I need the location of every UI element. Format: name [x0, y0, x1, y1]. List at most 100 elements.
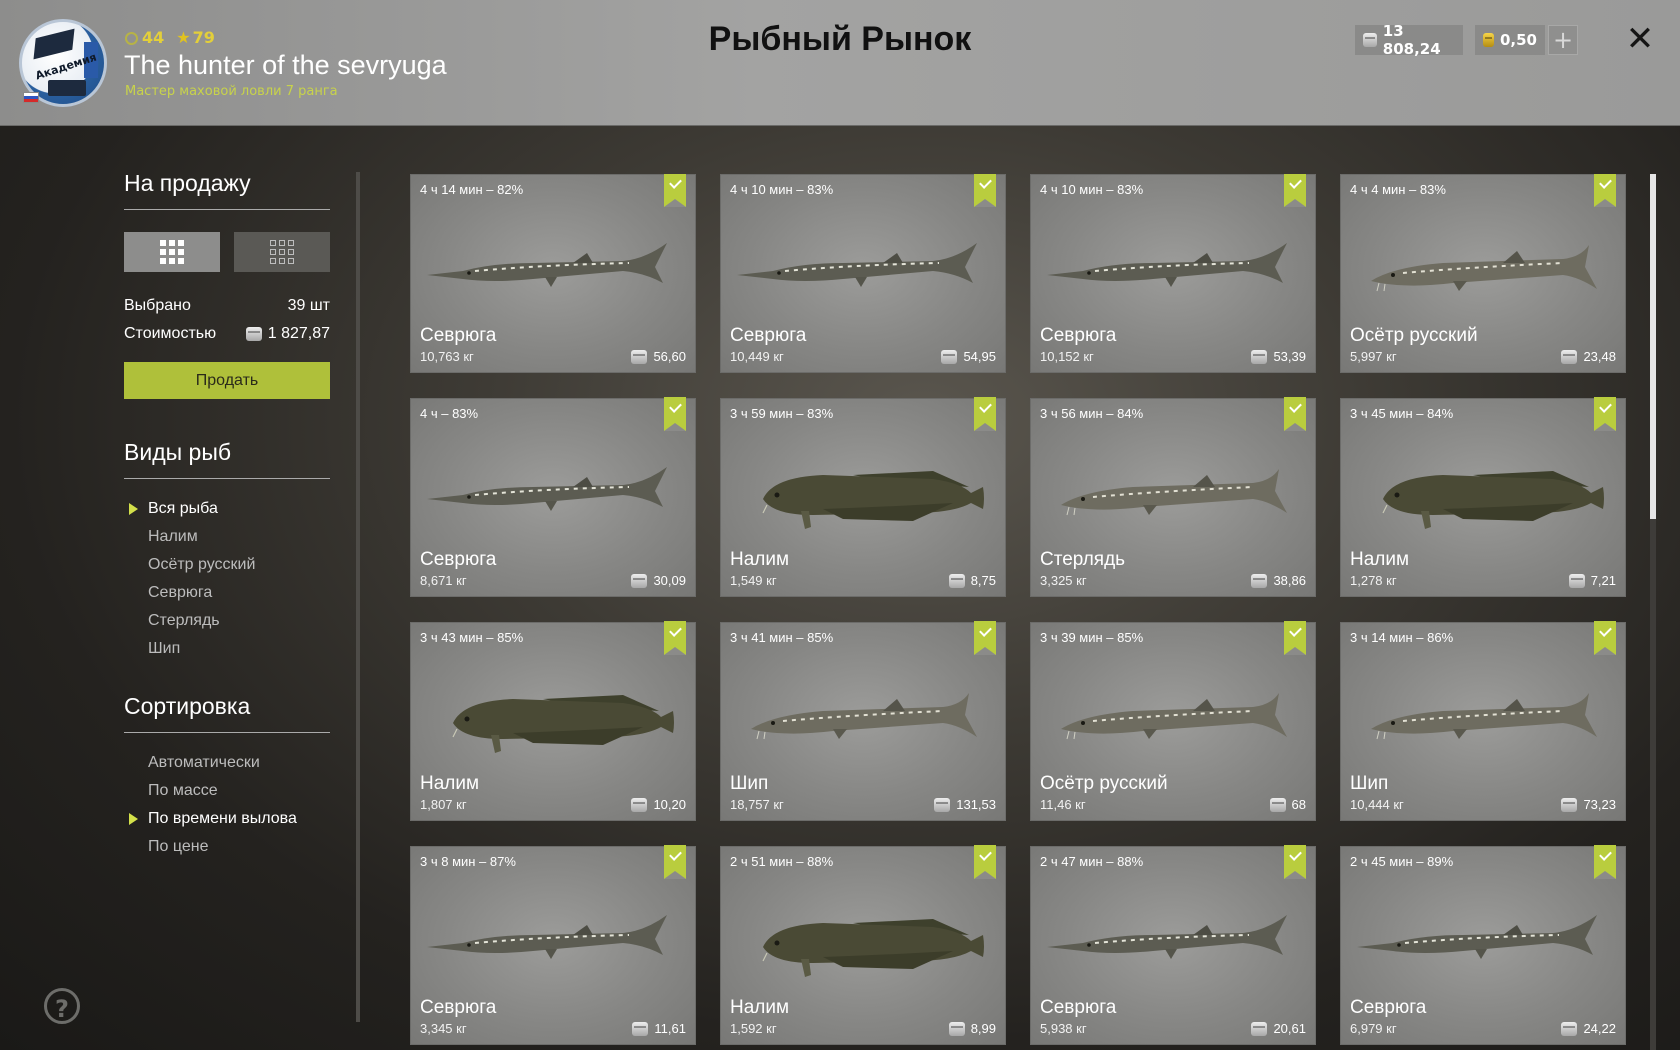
close-button[interactable]: ✕	[1622, 20, 1658, 58]
sevryuga-fish-icon	[1043, 895, 1305, 985]
fish-name: Севрюга	[1040, 997, 1117, 1018]
fish-weight: 5,938 кг	[1040, 1021, 1087, 1036]
sevryuga-fish-icon	[1353, 895, 1615, 985]
fish-card[interactable]: 2 ч 51 мин – 88% Налим 1,592 кг 8,99	[720, 845, 1006, 1045]
fish-type-item-4[interactable]: Стерлядь	[124, 607, 330, 635]
selected-checkmark-icon[interactable]	[1284, 174, 1306, 207]
fish-price: 131,53	[934, 797, 996, 812]
scrollbar[interactable]	[1650, 174, 1656, 1050]
sturgeon-fish-icon	[1353, 671, 1615, 761]
selected-checkmark-icon[interactable]	[664, 397, 686, 431]
selected-checkmark-icon[interactable]	[974, 845, 996, 879]
burbot-fish-icon	[733, 895, 995, 985]
fish-card[interactable]: 4 ч – 83% Севрюга 8,671 кг 30,09	[410, 397, 696, 597]
silver-coins-icon	[934, 797, 951, 812]
fish-card[interactable]: 4 ч 10 мин – 83% Севрюга 10,449 кг 54,95	[720, 174, 1006, 373]
fish-name: Налим	[1350, 549, 1410, 570]
sort-option-item-0[interactable]: Автоматически	[124, 749, 330, 777]
fish-price: 56,60	[631, 349, 686, 364]
sevryuga-fish-icon	[1043, 223, 1305, 313]
fish-card[interactable]: 3 ч 41 мин – 85% Шип 18,757 кг 131,53	[720, 621, 1006, 821]
selected-checkmark-icon[interactable]	[1594, 174, 1616, 207]
fish-weight: 8,671 кг	[420, 573, 467, 588]
silver-coins-icon	[1251, 349, 1268, 364]
fish-price-value: 20,61	[1273, 1021, 1306, 1036]
fish-weight: 10,152 кг	[1040, 349, 1094, 364]
catch-time: 3 ч 41 мин – 85%	[730, 630, 834, 645]
fish-type-item-5[interactable]: Шип	[124, 635, 330, 663]
sort-option-item-3[interactable]: По цене	[124, 833, 330, 861]
fish-name: Севрюга	[1040, 325, 1117, 346]
silver-coins-icon	[1561, 349, 1578, 364]
fish-price: 24,22	[1561, 1021, 1616, 1036]
for-sale-title: На продажу	[124, 170, 330, 210]
selected-checkmark-icon[interactable]	[1284, 621, 1306, 655]
fish-card[interactable]: 3 ч 45 мин – 84% Налим 1,278 кг 7,21	[1340, 397, 1626, 597]
fish-card[interactable]: 2 ч 47 мин – 88% Севрюга 5,938 кг 20,61	[1030, 845, 1316, 1045]
fish-weight: 1,278 кг	[1350, 573, 1397, 588]
fish-card[interactable]: 3 ч 14 мин – 86% Шип 10,444 кг 73,23	[1340, 621, 1626, 821]
fish-card[interactable]: 4 ч 14 мин – 82% Севрюга 10,763 кг 56,60	[410, 174, 696, 373]
fish-price-value: 54,95	[963, 349, 996, 364]
large-grid-view-button[interactable]	[124, 232, 220, 272]
fish-card[interactable]: 3 ч 56 мин – 84% Стерлядь 3,325 кг 38,86	[1030, 397, 1316, 597]
sort-option-item-2[interactable]: По времени вылова	[124, 805, 330, 833]
fish-card[interactable]: 3 ч 8 мин – 87% Севрюга 3,345 кг 11,61	[410, 845, 696, 1045]
fish-type-item-1[interactable]: Налим	[124, 523, 330, 551]
selected-checkmark-icon[interactable]	[1284, 397, 1306, 431]
selected-checkmark-icon[interactable]	[1594, 397, 1616, 431]
fish-name: Севрюга	[420, 325, 497, 346]
cost-label: Стоимостью	[124, 325, 217, 342]
fish-card[interactable]: 3 ч 39 мин – 85% Осётр русский 11,46 кг 68	[1030, 621, 1316, 821]
fish-weight: 11,46 кг	[1040, 797, 1086, 812]
fish-name: Осётр русский	[1350, 325, 1478, 346]
fish-name: Севрюга	[1350, 997, 1427, 1018]
silver-coins-icon	[1561, 797, 1578, 812]
fish-price: 7,21	[1568, 573, 1616, 588]
sidebar-divider	[356, 172, 360, 1022]
fish-price-value: 68	[1291, 797, 1306, 812]
fish-card[interactable]: 4 ч 4 мин – 83% Осётр русский 5,997 кг 23,4…	[1340, 174, 1626, 373]
selected-checkmark-icon[interactable]	[974, 174, 996, 207]
sort-option-item-1[interactable]: По массе	[124, 777, 330, 805]
selected-checkmark-icon[interactable]	[974, 621, 996, 655]
small-grid-view-button[interactable]	[234, 232, 330, 272]
gold-coins-icon	[1483, 33, 1494, 47]
add-currency-button[interactable]: +	[1548, 25, 1578, 55]
fish-name: Шип	[730, 773, 769, 794]
fish-weight: 5,997 кг	[1350, 349, 1397, 364]
fish-price-value: 7,21	[1590, 573, 1616, 588]
fish-card[interactable]: 2 ч 45 мин – 89% Севрюга 6,979 кг 24,22	[1340, 845, 1626, 1045]
fish-price-value: 8,75	[970, 573, 996, 588]
selected-checkmark-icon[interactable]	[1594, 621, 1616, 655]
fish-type-item-3[interactable]: Севрюга	[124, 579, 330, 607]
scrollbar-thumb[interactable]	[1650, 174, 1656, 519]
selected-checkmark-icon[interactable]	[1284, 845, 1306, 879]
fish-name: Налим	[420, 773, 480, 794]
fish-card[interactable]: 3 ч 59 мин – 83% Налим 1,549 кг 8,75	[720, 397, 1006, 597]
fish-price-value: 23,48	[1583, 349, 1616, 364]
gold-balance: 0,50	[1475, 25, 1545, 55]
fish-weight: 1,592 кг	[730, 1021, 777, 1036]
header-bar: Академия 44 ★ 79 The hunter of the sevryu…	[0, 0, 1680, 126]
fish-card[interactable]: 3 ч 43 мин – 85% Налим 1,807 кг 10,20	[410, 621, 696, 821]
sevryuga-fish-icon	[423, 223, 685, 313]
sell-button[interactable]: Продать	[124, 362, 330, 399]
selected-checkmark-icon[interactable]	[974, 397, 996, 431]
selected-checkmark-icon[interactable]	[664, 845, 686, 879]
selected-checkmark-icon[interactable]	[1594, 845, 1616, 879]
selected-checkmark-icon[interactable]	[664, 174, 686, 207]
sidebar: На продажу Выбрано 39 шт Стоимостью 1 82…	[124, 170, 330, 861]
catch-time: 3 ч 56 мин – 84%	[1040, 406, 1144, 421]
selected-checkmark-icon[interactable]	[664, 621, 686, 655]
fish-card[interactable]: 4 ч 10 мин – 83% Севрюга 10,152 кг 53,39	[1030, 174, 1316, 373]
gold-balance-value: 0,50	[1499, 31, 1537, 49]
fish-type-item-2[interactable]: Осётр русский	[124, 551, 330, 579]
fish-type-item-0[interactable]: Вся рыба	[124, 495, 330, 523]
catch-time: 3 ч 43 мин – 85%	[420, 630, 524, 645]
fish-price: 10,20	[631, 797, 686, 812]
silver-coins-icon	[632, 1021, 649, 1036]
catch-time: 3 ч 8 мин – 87%	[420, 854, 516, 869]
help-button[interactable]: ?	[44, 988, 80, 1024]
burbot-fish-icon	[423, 671, 685, 761]
